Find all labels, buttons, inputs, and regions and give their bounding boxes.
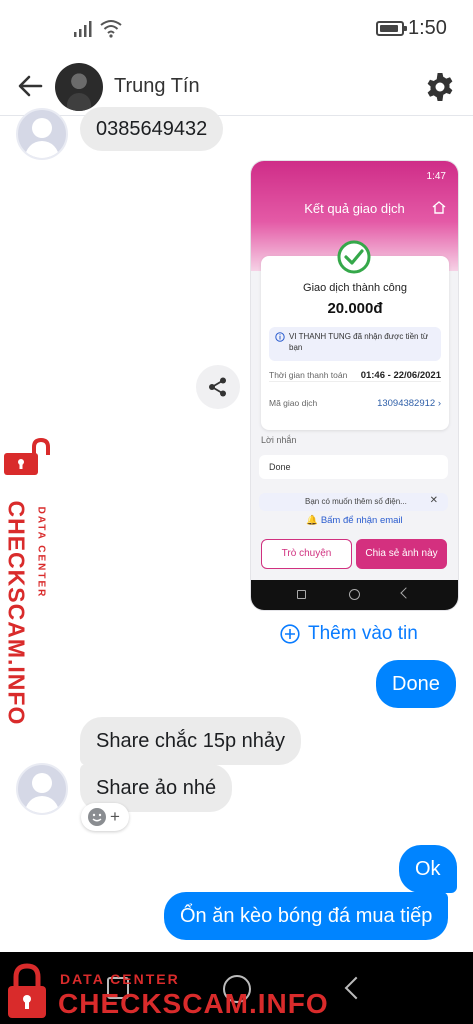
watermark-side-small: DATA CENTER: [35, 506, 47, 599]
receipt-code-value: 13094382912: [377, 398, 436, 409]
sender-avatar[interactable]: [16, 108, 68, 160]
home-icon: [432, 201, 446, 214]
plus-circle-icon: [280, 624, 300, 644]
bell-icon: 🔔: [306, 515, 319, 526]
lock-icon: [8, 963, 46, 1018]
message-bubble-outgoing[interactable]: Ổn ăn kèo bóng đá mua tiếp: [164, 892, 449, 940]
receipt-info-box: VI THANH TUNG đã nhận được tiền từ bạn: [269, 327, 441, 361]
circle-icon: [349, 589, 360, 600]
back-chevron-icon: [400, 587, 412, 599]
watermark-side: CHECKSCAM.INFO DATA CENTER: [2, 437, 52, 725]
receipt-nav-bar: [251, 580, 458, 610]
receipt-code-label: Mã giao dịch: [269, 398, 318, 408]
message-bubble-outgoing[interactable]: Ok: [399, 845, 457, 893]
receipt-success-text: Giao dịch thành công: [303, 282, 407, 294]
receipt-email-row: 🔔 Bấm để nhận email: [251, 515, 458, 526]
share-icon: [209, 377, 226, 397]
receipt-code-row: Mã giao dịch 13094382912 ›: [269, 398, 441, 414]
receipt-phone-prompt-text: Bạn có muốn thêm số điện...: [305, 497, 407, 506]
info-icon: [275, 332, 285, 342]
receipt-status-time: 1:47: [426, 171, 446, 182]
message-bubble-incoming[interactable]: Share chắc 15p nhảy: [80, 717, 302, 765]
watermark-bottom-small: DATA CENTER: [60, 971, 180, 987]
receipt-card: Giao dịch thành công 20.000đ VI THANH TU…: [261, 240, 449, 430]
success-check-icon: [337, 240, 371, 274]
back-nav-icon[interactable]: [344, 976, 368, 1000]
receipt-message-label: Lời nhắn: [261, 435, 297, 445]
plus-icon: +: [110, 807, 120, 826]
share-button[interactable]: [196, 365, 240, 409]
status-bar: 1:50: [0, 0, 473, 58]
message-bubble-incoming[interactable]: 0385649432: [80, 107, 224, 151]
shared-image-attachment[interactable]: 1:47 Kết quả giao dịch Giao dịch thành c…: [250, 160, 459, 611]
signal-icon: [74, 21, 92, 37]
status-time: 1:50: [408, 17, 447, 39]
watermark-bottom-big: CHECKSCAM.INFO: [58, 988, 329, 1019]
watermark-bottom: DATA CENTER CHECKSCAM.INFO: [0, 960, 328, 1024]
gear-icon[interactable]: [424, 71, 456, 103]
smiley-icon: [88, 808, 106, 826]
message-bubble-outgoing[interactable]: Done: [376, 660, 456, 708]
contact-name[interactable]: Trung Tín: [114, 75, 200, 98]
receipt-share-button: Chia sẻ ảnh này: [356, 539, 447, 569]
wifi-icon: [100, 20, 122, 38]
receipt-time-value: 01:46 - 22/06/2021: [360, 370, 441, 381]
receipt-time-row: Thời gian thanh toán 01:46 - 22/06/2021: [269, 370, 441, 386]
receipt-time-label: Thời gian thanh toán: [269, 370, 348, 380]
receipt-amount: 20.000đ: [327, 300, 383, 317]
watermark-side-big: CHECKSCAM.INFO: [3, 500, 30, 726]
square-icon: [297, 590, 306, 599]
back-arrow-icon[interactable]: [16, 72, 44, 100]
conversation-header: Trung Tín: [0, 58, 473, 116]
receipt-phone-prompt: Bạn có muốn thêm số điện... ✕: [259, 493, 448, 511]
receipt-message-value: Done: [259, 455, 448, 479]
receipt-info-text: VI THANH TUNG đã nhận được tiền từ bạn: [289, 332, 429, 352]
receipt-chat-button: Trò chuyện: [261, 539, 352, 569]
receipt-email-prompt: Bấm để nhận email: [320, 515, 403, 526]
sender-avatar[interactable]: [16, 763, 68, 815]
receipt-divider: [269, 381, 441, 382]
contact-avatar[interactable]: [55, 63, 103, 111]
add-reaction-button[interactable]: +: [81, 803, 129, 831]
lock-icon: [4, 437, 50, 475]
add-to-story-label: Thêm vào tin: [308, 623, 418, 644]
battery-icon: [376, 21, 407, 36]
chevron-right-icon: ›: [437, 398, 441, 409]
receipt-title: Kết quả giao dịch: [304, 201, 405, 216]
close-icon: ✕: [429, 495, 438, 506]
